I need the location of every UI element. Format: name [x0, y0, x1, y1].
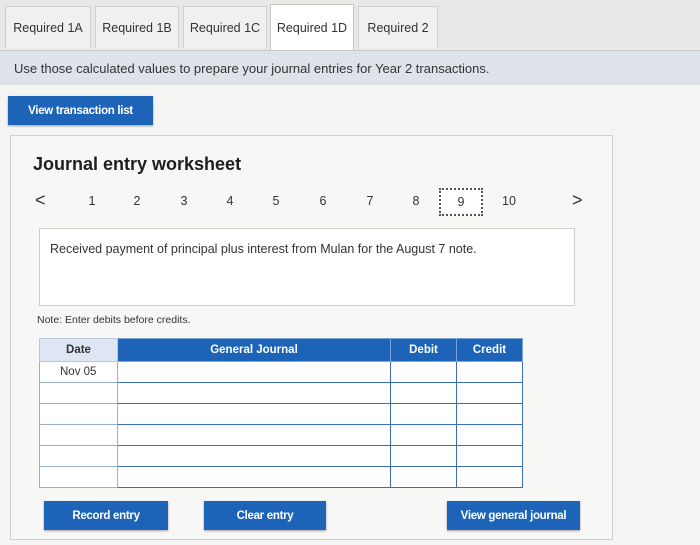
- date-cell: [39, 382, 118, 404]
- date-cell: [39, 403, 118, 425]
- date-cell: [39, 424, 118, 446]
- page-4[interactable]: 4: [220, 194, 240, 208]
- view-general-journal-button[interactable]: View general journal: [447, 501, 580, 530]
- page-8[interactable]: 8: [406, 194, 426, 208]
- instruction-text: Use those calculated values to prepare y…: [14, 60, 490, 76]
- account-input[interactable]: [117, 424, 391, 446]
- table-row: [39, 403, 523, 425]
- page-7[interactable]: 7: [360, 194, 380, 208]
- journal-entry-worksheet-panel: Journal entry worksheet < 1 2 3 4 5 6 7 …: [10, 135, 613, 540]
- page-10[interactable]: 10: [499, 194, 519, 208]
- debit-header: Debit: [390, 338, 457, 362]
- account-input[interactable]: [117, 466, 391, 488]
- page-5[interactable]: 5: [266, 194, 286, 208]
- date-cell: [39, 445, 118, 467]
- page-3[interactable]: 3: [174, 194, 194, 208]
- page-1[interactable]: 1: [82, 194, 102, 208]
- debit-input[interactable]: [390, 403, 457, 425]
- journal-table: Date General Journal Debit Credit Nov 05: [39, 338, 523, 488]
- credit-header: Credit: [456, 338, 523, 362]
- previous-page-icon[interactable]: <: [35, 190, 46, 211]
- instruction-bar: Use those calculated values to prepare y…: [0, 51, 700, 85]
- credit-input[interactable]: [456, 403, 523, 425]
- date-header: Date: [39, 338, 118, 362]
- worksheet-title: Journal entry worksheet: [33, 154, 242, 174]
- credit-input[interactable]: [456, 445, 523, 467]
- clear-entry-button[interactable]: Clear entry: [204, 501, 326, 530]
- account-input[interactable]: [117, 403, 391, 425]
- transaction-description-box: Received payment of principal plus inter…: [39, 228, 575, 306]
- tab-required-1d[interactable]: Required 1D: [270, 4, 354, 50]
- table-row: [39, 466, 523, 488]
- tab-required-1a[interactable]: Required 1A: [5, 6, 91, 48]
- table-row: Nov 05: [39, 361, 523, 383]
- page-2[interactable]: 2: [127, 194, 147, 208]
- page-9-current[interactable]: 9: [439, 188, 483, 216]
- credit-input[interactable]: [456, 466, 523, 488]
- transaction-description: Received payment of principal plus inter…: [50, 242, 477, 256]
- table-row: [39, 382, 523, 404]
- account-input[interactable]: [117, 445, 391, 467]
- credit-input[interactable]: [456, 424, 523, 446]
- tab-required-1c[interactable]: Required 1C: [183, 6, 267, 48]
- debit-input[interactable]: [390, 382, 457, 404]
- debit-input[interactable]: [390, 361, 457, 383]
- next-page-icon[interactable]: >: [572, 190, 583, 211]
- tab-required-2[interactable]: Required 2: [358, 6, 438, 48]
- table-row: [39, 424, 523, 446]
- general-journal-header: General Journal: [117, 338, 391, 362]
- debit-input[interactable]: [390, 466, 457, 488]
- page-6[interactable]: 6: [313, 194, 333, 208]
- credit-input[interactable]: [456, 382, 523, 404]
- record-entry-button[interactable]: Record entry: [44, 501, 168, 530]
- debit-input[interactable]: [390, 445, 457, 467]
- worksheet-pager: < 1 2 3 4 5 6 7 8 9 10 >: [11, 188, 614, 220]
- date-cell: Nov 05: [39, 361, 118, 383]
- tab-required-1b[interactable]: Required 1B: [95, 6, 179, 48]
- account-input[interactable]: [117, 382, 391, 404]
- view-transaction-list-button[interactable]: View transaction list: [8, 96, 153, 125]
- debit-input[interactable]: [390, 424, 457, 446]
- date-cell: [39, 466, 118, 488]
- credit-input[interactable]: [456, 361, 523, 383]
- debit-credit-note: Note: Enter debits before credits.: [37, 314, 191, 326]
- account-input[interactable]: [117, 361, 391, 383]
- tab-bar: Required 1A Required 1B Required 1C Requ…: [0, 0, 700, 51]
- table-row: [39, 445, 523, 467]
